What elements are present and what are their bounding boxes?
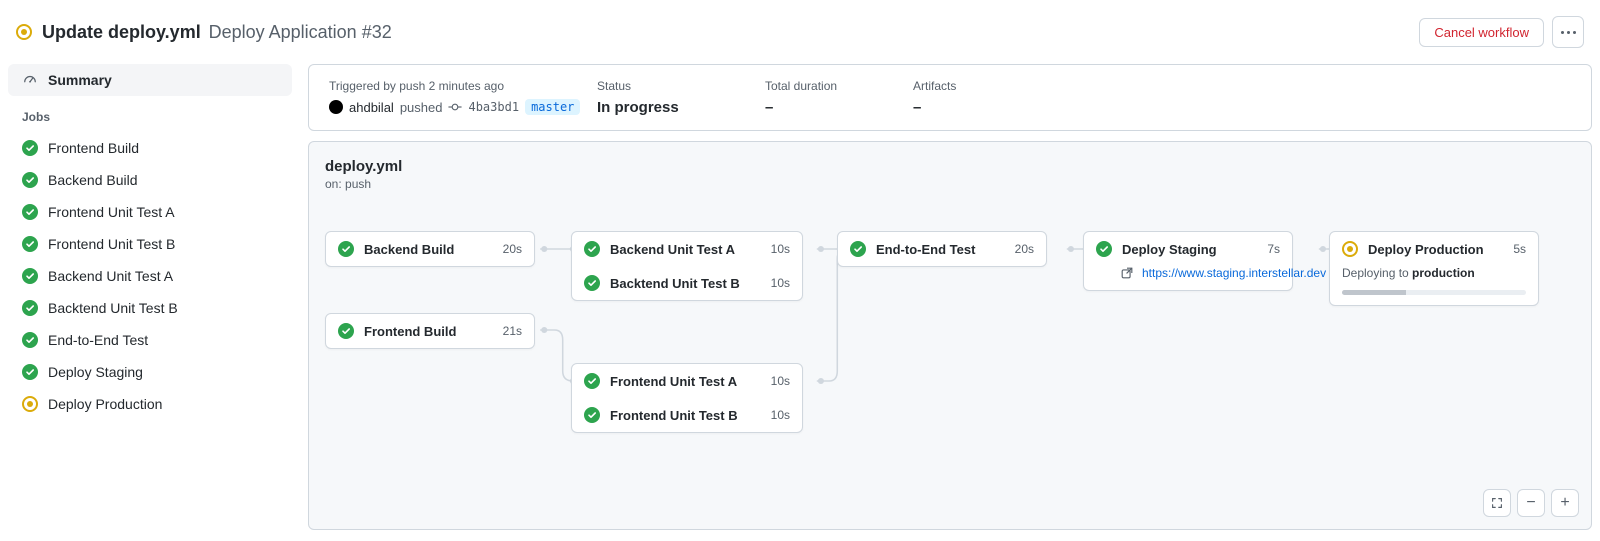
success-icon [338,241,354,257]
node-frontend-build[interactable]: Frontend Build 21s [325,313,535,349]
success-icon [584,373,600,389]
workflow-graph-panel: deploy.yml on: push [308,141,1592,530]
node-deploy-production[interactable]: Deploy Production 5s Deploying to produc… [1329,231,1539,306]
success-icon [22,364,38,380]
success-icon [22,268,38,284]
sidebar-job-item[interactable]: End-to-End Test [8,324,292,356]
sidebar-job-item[interactable]: Deploy Production [8,388,292,420]
artifacts-value: – [913,99,1053,116]
node-backend-tests[interactable]: Backend Unit Test A 10s Backtend Unit Te… [571,231,803,301]
workflow-status-icon [16,24,32,40]
workflow-trigger-text: on: push [325,177,1575,191]
success-icon [584,241,600,257]
sidebar-job-item[interactable]: Backend Build [8,164,292,196]
page-title: Update deploy.yml Deploy Application #32 [42,22,392,43]
triggered-by-label: Triggered by push 2 minutes ago [329,79,589,93]
node-backend-build[interactable]: Backend Build 20s [325,231,535,267]
graph-zoom-in-button[interactable]: + [1551,489,1579,517]
meter-icon [22,72,38,88]
commit-icon [448,100,462,114]
success-icon [584,275,600,291]
node-frontend-tests[interactable]: Frontend Unit Test A 10s Frontend Unit T… [571,363,803,433]
deploying-to-text: Deploying to production [1342,266,1475,280]
success-icon [22,236,38,252]
success-icon [22,332,38,348]
sidebar-job-label: Backtend Unit Test B [48,300,178,316]
actor-action: pushed [400,100,443,115]
sidebar-job-item[interactable]: Frontend Unit Test B [8,228,292,260]
node-deploy-staging[interactable]: Deploy Staging 7s https://www.staging.in… [1083,231,1293,291]
sidebar-job-item[interactable]: Backtend Unit Test B [8,292,292,324]
status-label: Status [597,79,757,93]
duration-value: – [765,99,905,116]
sidebar-summary-label: Summary [48,72,112,88]
graph-zoom-out-button[interactable]: − [1517,489,1545,517]
sidebar-job-label: Frontend Unit Test B [48,236,175,252]
commit-sha[interactable]: 4ba3bd1 [468,100,519,114]
sidebar-jobs-heading: Jobs [8,96,292,132]
sidebar-job-label: Frontend Build [48,140,139,156]
running-icon [1342,241,1358,257]
status-value: In progress [597,99,757,116]
external-link-icon [1120,266,1134,280]
sidebar-job-item[interactable]: Frontend Unit Test A [8,196,292,228]
success-icon [22,300,38,316]
staging-url-link[interactable]: https://www.staging.interstellar.dev [1142,266,1326,280]
success-icon [1096,241,1112,257]
success-icon [22,172,38,188]
sidebar-job-item[interactable]: Frontend Build [8,132,292,164]
running-icon [22,396,38,412]
artifacts-label: Artifacts [913,79,1053,93]
workflow-menu-button[interactable] [1552,16,1584,48]
success-icon [584,407,600,423]
deploy-progress-bar [1342,290,1526,295]
sidebar-job-label: Backend Unit Test A [48,268,173,284]
sidebar-job-label: Deploy Staging [48,364,143,380]
sidebar-job-label: Frontend Unit Test A [48,204,175,220]
sidebar-job-label: Backend Build [48,172,138,188]
sidebar-job-item[interactable]: Deploy Staging [8,356,292,388]
sidebar-summary[interactable]: Summary [8,64,292,96]
workflow-graph[interactable]: Backend Build 20s Frontend Build 21s [325,231,1575,481]
graph-fullscreen-button[interactable] [1483,489,1511,517]
node-e2e-test[interactable]: End-to-End Test 20s [837,231,1047,267]
cancel-workflow-button[interactable]: Cancel workflow [1419,18,1544,47]
actor-avatar[interactable] [329,100,343,114]
sidebar-job-item[interactable]: Backend Unit Test A [8,260,292,292]
success-icon [22,140,38,156]
fullscreen-icon [1490,496,1504,510]
plus-icon: + [1560,494,1569,512]
actor-name[interactable]: ahdbilal [349,100,394,115]
success-icon [338,323,354,339]
success-icon [22,204,38,220]
workflow-file-name: deploy.yml [325,158,1575,175]
sidebar-job-label: End-to-End Test [48,332,148,348]
branch-chip[interactable]: master [525,99,580,115]
duration-label: Total duration [765,79,905,93]
sidebar-job-label: Deploy Production [48,396,162,412]
minus-icon: − [1526,494,1535,512]
success-icon [850,241,866,257]
kebab-icon [1561,31,1576,34]
